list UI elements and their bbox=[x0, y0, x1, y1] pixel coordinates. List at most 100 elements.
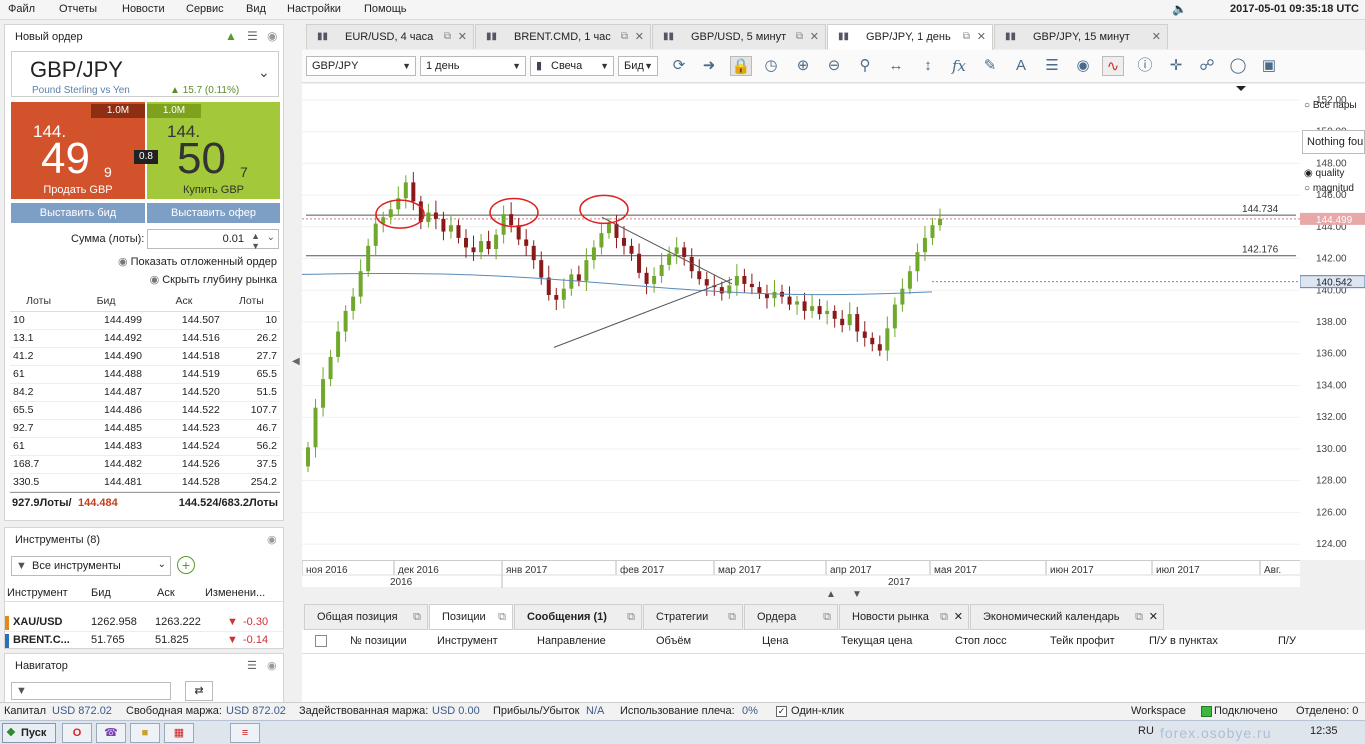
trading-app-icon[interactable]: ≡ bbox=[230, 723, 260, 743]
col-direction[interactable]: Направление bbox=[537, 635, 606, 647]
place-offer-button[interactable]: Выставить офер bbox=[147, 203, 280, 223]
info-icon[interactable]: ⓘ bbox=[1134, 56, 1156, 76]
chevron-down-icon[interactable]: ⌄ bbox=[267, 232, 275, 243]
col-position-id[interactable]: № позиции bbox=[350, 635, 407, 647]
navigator-filter-input[interactable]: ▼ bbox=[11, 682, 171, 700]
clock-icon[interactable]: ◷ bbox=[760, 56, 782, 76]
popout-icon[interactable]: ⧉ bbox=[498, 605, 506, 630]
depth-row[interactable]: 168.7 144.482 144.526 37.5 bbox=[10, 455, 280, 474]
instrument-row[interactable]: BRENT.C... 51.765 51.825 ▼ -0.14 bbox=[5, 632, 283, 650]
tab-gbpjpy-15m[interactable]: ▮▮ GBP/JPY, 15 минут ✕ bbox=[994, 24, 1168, 49]
text-tool-icon[interactable]: A bbox=[1010, 56, 1032, 76]
tab-brent[interactable]: ▮▮ BRENT.CMD, 1 час ⧉ ✕ bbox=[475, 24, 651, 49]
menu-settings[interactable]: Настройки bbox=[287, 3, 341, 15]
buy-ticket[interactable]: 1.0M 144. 50 7 Купить GBP bbox=[147, 102, 280, 199]
quality-radio[interactable]: ◉ quality bbox=[1304, 168, 1344, 179]
all-pairs-radio[interactable]: ○ Все пары bbox=[1304, 100, 1357, 111]
view-eye-icon[interactable]: ◉ bbox=[1072, 56, 1094, 76]
chart-type-select[interactable]: ▮ Свеча ▼ bbox=[530, 56, 614, 76]
menu-service[interactable]: Сервис bbox=[186, 3, 224, 15]
menu-news[interactable]: Новости bbox=[122, 3, 165, 15]
price-axis[interactable]: 152.00150.00148.00146.00144.00142.00140.… bbox=[1299, 84, 1365, 560]
header-ask[interactable]: Аск bbox=[157, 587, 175, 599]
close-icon[interactable]: ✕ bbox=[810, 25, 819, 49]
select-all-checkbox[interactable] bbox=[315, 635, 327, 647]
symbol-selector[interactable]: GBP/JPY Pound Sterling vs Yen ▲ 15.7 (0.… bbox=[11, 51, 279, 97]
col-take-profit[interactable]: Тейк профит bbox=[1050, 635, 1115, 647]
close-icon[interactable]: ✕ bbox=[458, 25, 467, 49]
side-select[interactable]: Бид ▼ bbox=[618, 56, 658, 76]
viber-icon[interactable]: ☎ bbox=[96, 723, 126, 743]
col-stop-loss[interactable]: Стоп лосс bbox=[955, 635, 1007, 647]
depth-row[interactable]: 84.2 144.487 144.520 51.5 bbox=[10, 383, 280, 402]
depth-row[interactable]: 10 144.499 144.507 10 bbox=[10, 311, 280, 330]
stepper-icon[interactable]: ▲ ▼ bbox=[251, 231, 260, 251]
speaker-icon[interactable]: 🔈 bbox=[1172, 2, 1187, 16]
refresh-icon[interactable]: ⟳ bbox=[668, 56, 690, 76]
workspace-label[interactable]: Workspace bbox=[1131, 705, 1186, 717]
layers-icon[interactable]: ☰ bbox=[1041, 56, 1063, 76]
app-icon[interactable]: ▦ bbox=[164, 723, 194, 743]
swap-icon[interactable]: ⇄ bbox=[185, 681, 213, 701]
draw-pencil-icon[interactable]: ✎ bbox=[979, 56, 1001, 76]
col-instrument[interactable]: Инструмент bbox=[437, 635, 498, 647]
chart-plot-area[interactable]: 144.734 142.176 bbox=[301, 84, 1300, 560]
language-indicator[interactable]: RU bbox=[1138, 725, 1154, 737]
header-instrument[interactable]: Инструмент bbox=[7, 587, 68, 599]
tab-messages[interactable]: Сообщения (1) ⧉ bbox=[514, 604, 642, 630]
opera-icon[interactable]: O bbox=[62, 723, 92, 743]
period-select[interactable]: 1 день ▼ bbox=[420, 56, 526, 76]
popout-icon[interactable]: ⧉ bbox=[963, 25, 970, 49]
price-chart[interactable]: 144.734 142.176 bbox=[301, 84, 1300, 560]
depth-row[interactable]: 61 144.483 144.524 56.2 bbox=[10, 437, 280, 456]
time-axis[interactable]: ноя 2016 дек 2016 янв 2017 фев 2017 мар 2017… bbox=[301, 560, 1300, 588]
instrument-select[interactable]: GBP/JPY ▼ bbox=[306, 56, 416, 76]
shift-right-icon[interactable]: ➜ bbox=[698, 56, 720, 76]
show-pending-link[interactable]: ◉ Показать отложенный ордер bbox=[118, 255, 277, 268]
fit-horizontal-icon[interactable]: ↔ bbox=[885, 56, 907, 76]
menu-file[interactable]: Файл bbox=[8, 3, 35, 15]
popout-icon[interactable]: ⧉ bbox=[627, 605, 635, 630]
popout-icon[interactable]: ⧉ bbox=[823, 605, 831, 630]
save-icon[interactable]: ▣ bbox=[1258, 56, 1280, 76]
eye-icon[interactable]: ◉ bbox=[267, 659, 277, 672]
close-icon[interactable]: ✕ bbox=[1152, 25, 1161, 49]
popout-icon[interactable]: ⧉ bbox=[940, 605, 948, 630]
tab-economic-calendar[interactable]: Экономический календарь ⧉ ✕ bbox=[970, 604, 1164, 630]
crosshair-icon[interactable]: ✛ bbox=[1165, 56, 1187, 76]
menu-help[interactable]: Помощь bbox=[364, 3, 407, 15]
start-button[interactable]: ❖ Пуск bbox=[2, 723, 56, 743]
header-bid[interactable]: Бид bbox=[91, 587, 111, 599]
depth-row[interactable]: 65.5 144.486 144.522 107.7 bbox=[10, 401, 280, 420]
col-volume[interactable]: Объём bbox=[656, 635, 691, 647]
col-pl-points[interactable]: П/У в пунктах bbox=[1149, 635, 1218, 647]
tab-orders[interactable]: Ордера ⧉ bbox=[744, 604, 838, 630]
theme-icon[interactable]: ◯ bbox=[1227, 56, 1249, 76]
lock-icon[interactable]: 🔒 bbox=[730, 56, 752, 76]
close-icon[interactable]: ✕ bbox=[1149, 605, 1158, 630]
zoom-out-icon[interactable]: ⊖ bbox=[823, 56, 845, 76]
col-price[interactable]: Цена bbox=[762, 635, 788, 647]
popout-icon[interactable]: ⧉ bbox=[621, 25, 628, 49]
tab-eurusd[interactable]: ▮▮ EUR/USD, 4 часа ⧉ ✕ bbox=[306, 24, 474, 49]
amount-input[interactable]: 0.01 ▲ ▼ ⌄ bbox=[147, 229, 279, 251]
tab-market-news[interactable]: Новости рынка ⧉ ✕ bbox=[839, 604, 969, 630]
close-icon[interactable]: ✕ bbox=[635, 25, 644, 49]
expand-down-icon[interactable]: ▼ bbox=[852, 589, 862, 600]
tab-net-position[interactable]: Общая позиция ⧉ bbox=[304, 604, 428, 630]
tab-gbpjpy-day[interactable]: ▮▮ GBP/JPY, 1 день ⧉ ✕ bbox=[827, 24, 993, 50]
col-pl[interactable]: П/У bbox=[1278, 635, 1296, 647]
depth-row[interactable]: 61 144.488 144.519 65.5 bbox=[10, 365, 280, 384]
place-bid-button[interactable]: Выставить бид bbox=[11, 203, 145, 223]
instrument-row[interactable]: XAU/USD 1262.958 1263.222 ▼ -0.30 bbox=[5, 614, 283, 632]
header-change[interactable]: Изменени... bbox=[205, 587, 265, 599]
eye-icon[interactable]: ◉ bbox=[267, 29, 277, 43]
zoom-area-icon[interactable]: ⚲ bbox=[854, 56, 876, 76]
menu-reports[interactable]: Отчеты bbox=[59, 3, 97, 15]
instrument-filter[interactable]: ▼ Все инструменты ⌄ bbox=[11, 556, 171, 576]
search-result-box[interactable]: Nothing fou bbox=[1302, 130, 1365, 154]
paint-bucket-icon[interactable]: ☍ bbox=[1196, 56, 1218, 76]
signal-icon[interactable]: ▲ bbox=[225, 29, 237, 43]
menu-icon[interactable]: ☰ bbox=[247, 29, 258, 43]
depth-row[interactable]: 41.2 144.490 144.518 27.7 bbox=[10, 347, 280, 366]
